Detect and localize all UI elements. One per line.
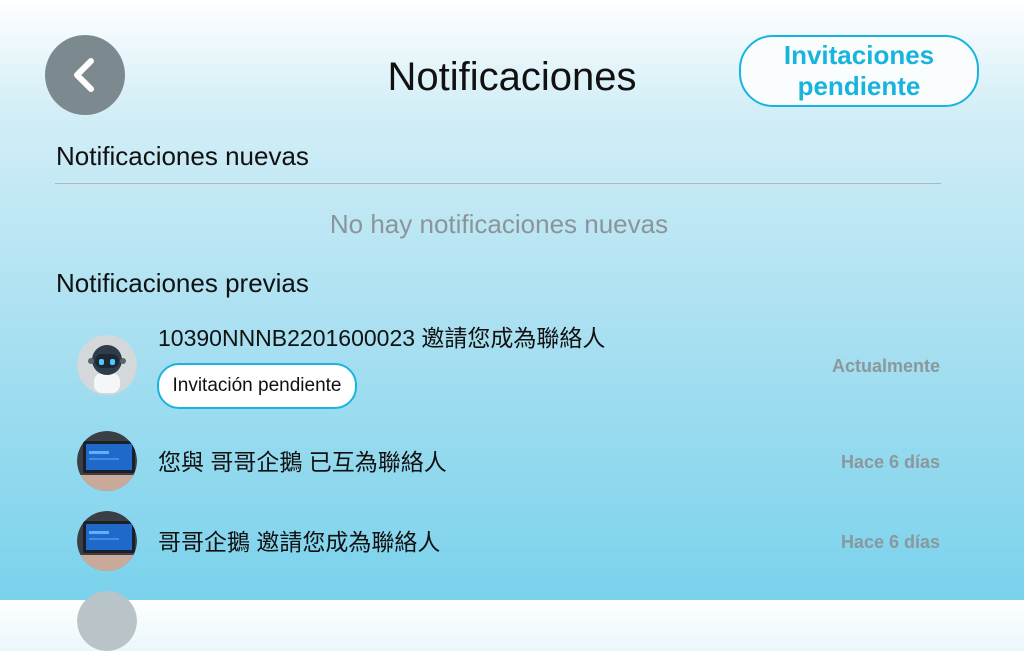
section-divider [55, 183, 941, 184]
screen-photo-avatar-icon [77, 511, 137, 571]
avatar [77, 431, 137, 491]
notification-message: 您與 哥哥企鵝 已互為聯絡人 [158, 449, 447, 475]
notification-time: Actualmente [831, 356, 940, 376]
avatar [77, 591, 137, 651]
new-notifications-heading: Notificaciones nuevas [56, 141, 309, 171]
robot-avatar-icon [77, 335, 137, 395]
notification-message: 哥哥企鵝 邀請您成為聯絡人 [158, 529, 441, 555]
avatar [77, 335, 137, 395]
avatar [77, 511, 137, 571]
pending-invitations-label: Invitaciones pendiente [783, 40, 935, 101]
notification-message: 10390NNNB2201600023 邀請您成為聯絡人 [158, 325, 606, 351]
empty-notifications-message: No hay notificaciones nuevas [329, 209, 669, 239]
screen-photo-avatar-icon [77, 431, 137, 491]
avatar-placeholder-icon [77, 591, 137, 651]
notification-time: Hace 6 días [840, 452, 940, 472]
previous-notifications-heading: Notificaciones previas [56, 268, 309, 298]
pending-invitations-button[interactable]: Invitaciones pendiente [739, 35, 979, 107]
pending-invitation-button[interactable]: Invitación pendiente [157, 363, 357, 409]
notification-time: Hace 6 días [840, 532, 940, 552]
